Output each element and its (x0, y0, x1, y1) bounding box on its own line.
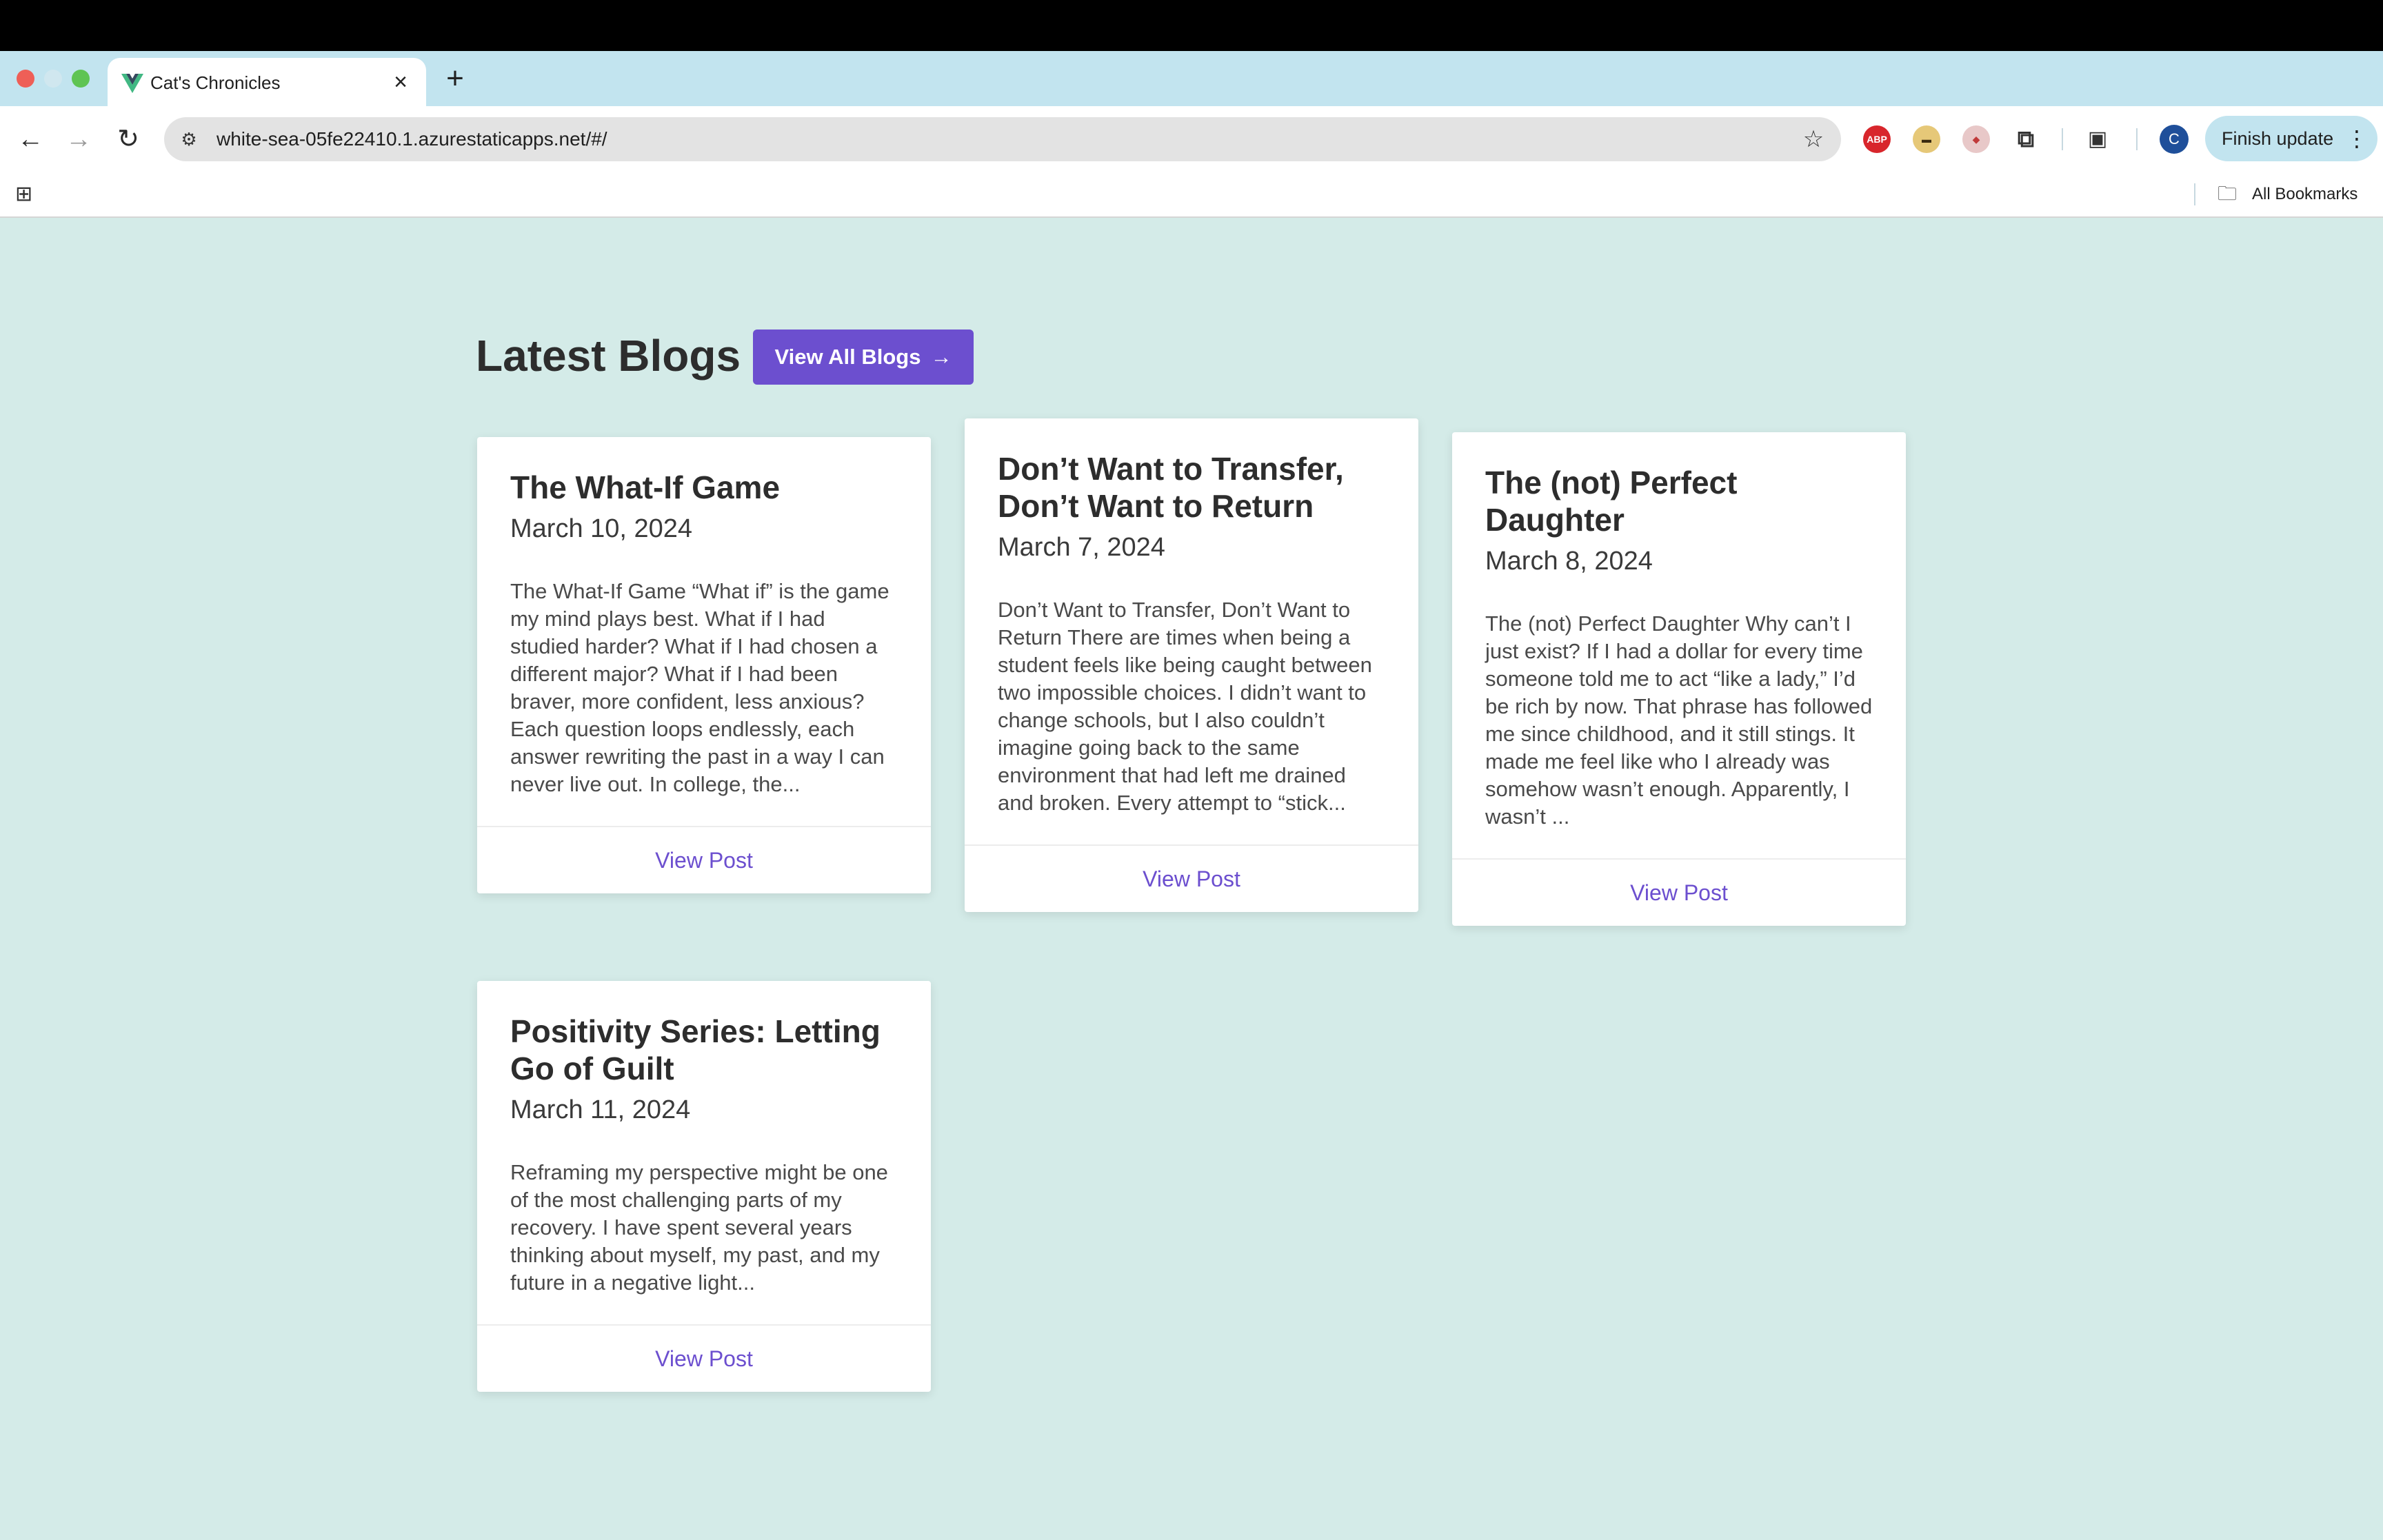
blog-card-excerpt: The (not) Perfect Daughter Why can’t I j… (1485, 611, 1873, 829)
blog-card: The (not) Perfect Daughter March 8, 2024… (1452, 432, 1906, 926)
blog-card-footer: View Post (477, 826, 931, 893)
address-url[interactable]: white-sea-05fe22410.1.azurestaticapps.ne… (217, 117, 607, 161)
adblock-extension-icon[interactable]: ABP (1863, 125, 1891, 153)
blog-card-date: March 10, 2024 (510, 514, 693, 543)
screen-top-bar (0, 0, 2383, 51)
blog-card-date: March 11, 2024 (510, 1095, 691, 1124)
view-post-link[interactable]: View Post (1143, 846, 1240, 912)
view-post-link[interactable]: View Post (1630, 860, 1728, 926)
bookmarks-separator (2194, 183, 2195, 205)
bookmark-star-icon[interactable]: ☆ (1798, 124, 1829, 154)
forward-button[interactable]: → (59, 120, 98, 159)
all-bookmarks-link[interactable]: All Bookmarks (2252, 172, 2357, 216)
blog-card-footer: View Post (477, 1324, 931, 1392)
blog-card: Don’t Want to Transfer, Don’t Want to Re… (965, 418, 1418, 912)
blog-card-date: March 8, 2024 (1485, 547, 1653, 576)
close-tab-icon[interactable]: × (385, 66, 416, 98)
view-post-link[interactable]: View Post (655, 827, 753, 893)
view-all-blogs-button[interactable]: View All Blogs → (753, 330, 974, 385)
vue-logo-icon (121, 74, 143, 93)
blog-card-title: The (not) Perfect Daughter (1485, 465, 1738, 538)
blog-card-excerpt: The What-If Game “What if” is the game m… (510, 579, 889, 796)
tab-search-icon[interactable]: ▣ (2084, 125, 2111, 153)
site-info-icon[interactable]: ⚙ (177, 127, 201, 152)
blog-card: The What-If Game March 10, 2024 The What… (477, 437, 931, 893)
blog-card-excerpt: Reframing my perspective might be one of… (510, 1160, 888, 1295)
arrow-right-icon: → (930, 345, 952, 369)
new-tab-button[interactable]: + (437, 61, 473, 97)
back-button[interactable]: ← (11, 120, 50, 159)
tab-cats-chronicles[interactable]: Cat's Chronicles × (108, 58, 426, 106)
reload-button[interactable]: ↻ (109, 120, 148, 159)
blog-card-title: Don’t Want to Transfer, Don’t Want to Re… (998, 451, 1344, 524)
finish-update-label: Finish update (2222, 128, 2334, 149)
blog-card-title: Positivity Series: Letting Go of Guilt (510, 1013, 881, 1086)
toolbar-separator (2136, 128, 2138, 150)
extensions-puzzle-icon[interactable]: ⧉ (2012, 125, 2040, 153)
blog-card-date: March 7, 2024 (998, 533, 1165, 562)
plant-extension-icon[interactable]: ▬ (1913, 125, 1940, 153)
page-title: Latest Blogs (476, 331, 741, 381)
blog-card-title: The What-If Game (510, 469, 781, 505)
menu-dots-icon[interactable]: ⋮ (2346, 116, 2368, 161)
shield-extension-icon[interactable]: ◆ (1962, 125, 1990, 153)
bookmarks-bar: ⊞ 🗀 All Bookmarks (0, 172, 2383, 218)
view-all-blogs-label: View All Blogs (774, 345, 921, 369)
profile-avatar[interactable]: C (2160, 125, 2189, 154)
apps-grid-icon[interactable]: ⊞ (15, 183, 37, 205)
blog-card-excerpt: Don’t Want to Transfer, Don’t Want to Re… (998, 598, 1372, 815)
minimize-window-button[interactable] (44, 70, 62, 88)
close-window-button[interactable] (17, 70, 34, 88)
address-bar[interactable]: ⚙ white-sea-05fe22410.1.azurestaticapps.… (164, 117, 1841, 161)
toolbar-separator (2062, 128, 2063, 150)
maximize-window-button[interactable] (72, 70, 90, 88)
finish-update-button[interactable]: Finish update ⋮ (2205, 116, 2377, 161)
blog-card-footer: View Post (1452, 858, 1906, 926)
blog-card-footer: View Post (965, 844, 1418, 912)
view-post-link[interactable]: View Post (655, 1326, 753, 1392)
tab-title: Cat's Chronicles (150, 72, 281, 93)
blog-card: Positivity Series: Letting Go of Guilt M… (477, 981, 931, 1392)
folder-icon: 🗀 (2218, 183, 2238, 204)
